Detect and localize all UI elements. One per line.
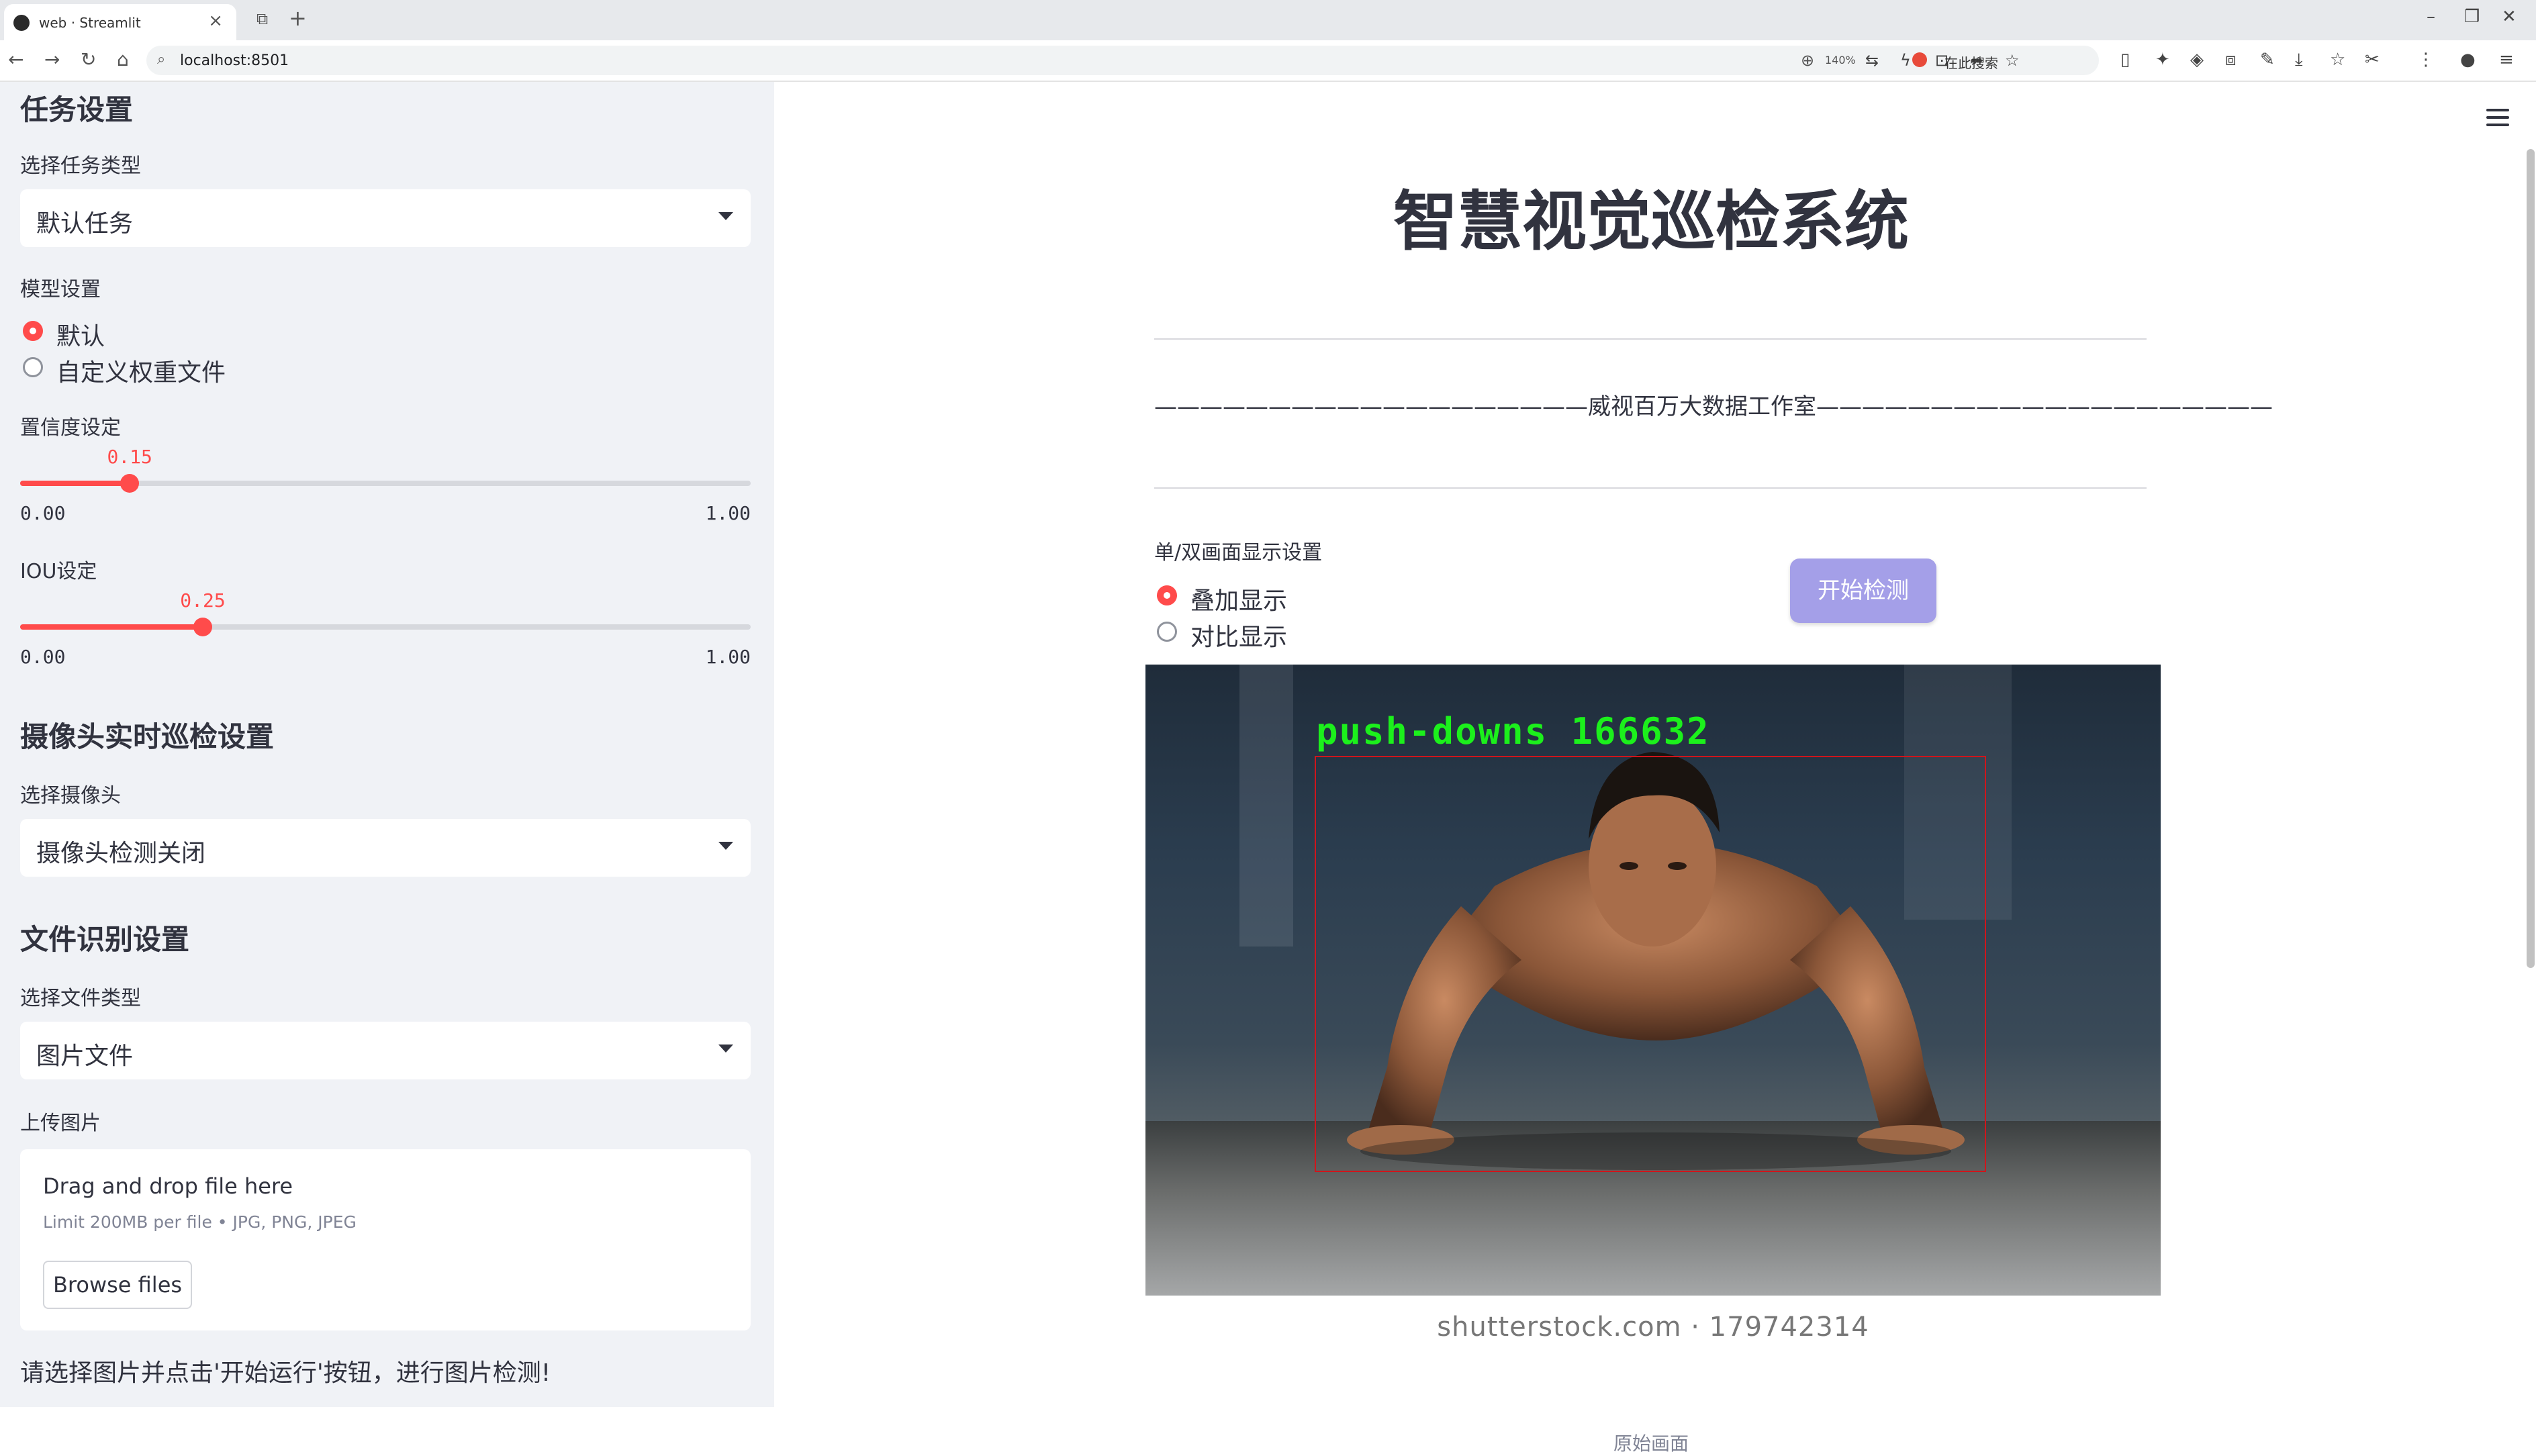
ai-assistant-icon[interactable]: ✦: [2155, 50, 2170, 70]
file-settings-heading: 文件识别设置: [20, 923, 190, 956]
window-maximize-icon[interactable]: ❐: [2464, 7, 2480, 27]
pen-icon[interactable]: ✎: [2260, 50, 2275, 70]
window-close-icon[interactable]: ✕: [2502, 7, 2517, 27]
confidence-label: 置信度设定: [20, 416, 121, 440]
extension-icon[interactable]: ◈: [2190, 50, 2204, 70]
scrollbar[interactable]: [2527, 149, 2535, 968]
detection-bounding-box: [1315, 756, 1986, 1172]
iou-slider[interactable]: [20, 618, 751, 636]
file-type-label: 选择文件类型: [20, 987, 141, 1010]
streamlit-favicon-icon: [13, 15, 30, 31]
url-text: localhost:8501: [180, 52, 289, 69]
radio-label: 对比显示: [1190, 624, 1288, 651]
image-caption: 原始画面: [1613, 1433, 1689, 1455]
browse-files-button[interactable]: Browse files: [43, 1261, 192, 1309]
dropzone-title: Drag and drop file here: [43, 1173, 293, 1199]
iou-label: IOU设定: [20, 560, 97, 583]
radio-unselected-icon: [23, 357, 43, 377]
browser-menu-icon[interactable]: ≡: [2499, 50, 2514, 70]
dropzone-hint: Limit 200MB per file • JPG, PNG, JPEG: [43, 1212, 357, 1232]
reload-icon[interactable]: ↻: [81, 48, 96, 70]
divider: [1154, 338, 2147, 340]
download-icon[interactable]: ⤓: [2295, 50, 2303, 70]
tab-close-icon[interactable]: ×: [208, 11, 223, 31]
radio-selected-icon: [23, 321, 43, 341]
slider-fill: [20, 481, 130, 486]
chevron-down-icon: [718, 842, 733, 850]
iou-min: 0.00: [20, 646, 66, 668]
zoom-icon[interactable]: ⊕: [1801, 51, 1814, 70]
address-bar: ← → ↻ ⌂ ⌕ localhost:8501 ⊕ 140% ⇆ ϟ ⊡ ➦ …: [0, 40, 2536, 82]
radio-label: 默认: [56, 323, 105, 350]
camera-value: 摄像头检测关闭: [36, 840, 206, 867]
back-icon[interactable]: ←: [8, 48, 24, 70]
task-type-value: 默认任务: [36, 210, 134, 238]
page-subtitle: ———————————————————威视百万大数据工作室———————————…: [1154, 393, 2273, 420]
confidence-value: 0.15: [107, 446, 152, 468]
search-engine-icon: [1912, 52, 1927, 67]
translate-extension-icon[interactable]: ⧈: [2225, 50, 2237, 70]
image-watermark: shutterstock.com · 179742314: [1437, 1312, 1869, 1343]
chevron-down-icon: [718, 1045, 733, 1053]
profile-avatar-icon[interactable]: ●: [2460, 50, 2476, 70]
page-title: 智慧视觉巡检系统: [1393, 184, 1909, 259]
radio-selected-icon: [1157, 585, 1177, 605]
extension-search[interactable]: 在此搜索: [1907, 46, 2102, 75]
detection-label: push-downs 166632: [1316, 710, 1710, 753]
url-field[interactable]: ⌕ localhost:8501 ⊕ 140% ⇆ ϟ ⊡ ➦ ☆: [146, 46, 2099, 75]
browser-tab[interactable]: web · Streamlit ×: [4, 4, 236, 40]
window-minimize-icon[interactable]: –: [2427, 7, 2435, 27]
cut-icon[interactable]: ✂: [2365, 50, 2380, 70]
file-type-select[interactable]: 图片文件: [20, 1022, 751, 1079]
new-tab-icon[interactable]: +: [289, 5, 307, 31]
radio-unselected-icon: [1157, 622, 1177, 642]
main-content: 智慧视觉巡检系统 ———————————————————威视百万大数据工作室——…: [774, 82, 2536, 1455]
browser-tab-bar: web · Streamlit × ⧉ + – ❐ ✕: [0, 0, 2536, 40]
confidence-slider[interactable]: [20, 474, 751, 493]
upload-instruction: 请选择图片并点击'开始运行'按钮，进行图片检测!: [20, 1359, 551, 1387]
chevron-down-icon: [718, 212, 733, 220]
translate-icon[interactable]: ⇆: [1865, 51, 1879, 70]
hamburger-menu-icon[interactable]: [2486, 109, 2509, 131]
iou-max: 1.00: [705, 646, 751, 668]
confidence-min: 0.00: [20, 502, 66, 524]
file-dropzone[interactable]: Drag and drop file here Limit 200MB per …: [20, 1149, 751, 1330]
model-settings-label: 模型设置: [20, 278, 101, 301]
camera-select[interactable]: 摄像头检测关闭: [20, 819, 751, 877]
camera-settings-heading: 摄像头实时巡检设置: [20, 720, 275, 753]
sidebar: 任务设置 选择任务类型 默认任务 模型设置 默认 自定义权重文件 置信度设定 0…: [0, 82, 774, 1407]
slider-thumb[interactable]: [193, 618, 212, 636]
phone-icon[interactable]: ▯: [2120, 50, 2130, 70]
upload-label: 上传图片: [20, 1112, 101, 1135]
favorites-icon[interactable]: ☆: [2330, 50, 2345, 70]
forward-icon[interactable]: →: [44, 48, 60, 70]
display-mode-label: 单/双画面显示设置: [1154, 541, 1323, 565]
more-menu-icon[interactable]: ⋮: [2417, 50, 2435, 70]
home-icon[interactable]: ⌂: [117, 48, 129, 70]
extension-search-label: 在此搜索: [1944, 55, 1998, 71]
task-type-select[interactable]: 默认任务: [20, 189, 751, 247]
task-settings-heading: 任务设置: [20, 93, 134, 126]
confidence-max: 1.00: [705, 502, 751, 524]
radio-label: 自定义权重文件: [56, 359, 226, 387]
slider-thumb[interactable]: [120, 474, 140, 493]
zoom-level: 140%: [1825, 54, 1856, 66]
task-type-label: 选择任务类型: [20, 154, 141, 178]
tab-title: web · Streamlit: [39, 15, 141, 31]
divider: [1154, 487, 2147, 489]
radio-label: 叠加显示: [1190, 587, 1288, 615]
detection-result-image: shutterstock.com · 179742314 push-downs …: [1145, 665, 2161, 1420]
start-detection-button[interactable]: 开始检测: [1790, 559, 1936, 623]
camera-select-label: 选择摄像头: [20, 784, 121, 808]
search-icon: ⌕: [157, 51, 166, 68]
file-type-value: 图片文件: [36, 1042, 134, 1070]
slider-fill: [20, 624, 203, 630]
iou-value: 0.25: [180, 589, 226, 612]
tab-group-icon[interactable]: ⧉: [256, 9, 268, 28]
